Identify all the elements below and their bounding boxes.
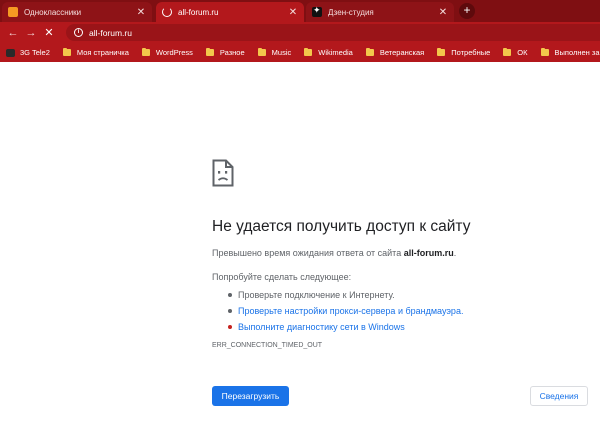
odnoklassniki-icon: [8, 7, 18, 17]
proxy-firewall-link[interactable]: Проверьте настройки прокси-сервера и бра…: [238, 306, 463, 316]
folder-icon: [141, 47, 150, 56]
back-button[interactable]: ←: [4, 27, 22, 39]
bookmark-folder[interactable]: Wikimedia: [304, 47, 353, 57]
description-end: .: [453, 248, 457, 258]
stop-loading-button[interactable]: ✕: [40, 26, 58, 39]
url-text: all-forum.ru: [89, 27, 132, 38]
error-code: ERR_CONNECTION_TIMED_OUT: [212, 342, 323, 349]
bookmark-folder[interactable]: Разное: [205, 47, 245, 57]
sad-page-icon: [212, 159, 234, 187]
folder-icon: [257, 47, 266, 56]
bullet-icon: [228, 309, 232, 313]
error-title: Не удается получить доступ к сайту: [212, 218, 471, 235]
bookmark-folder[interactable]: Ветеранская: [365, 47, 425, 57]
suggestion-network-diagnostics: Выполните диагностику сети в Windows: [228, 319, 463, 335]
toolbar: ← → ✕ i all-forum.ru: [0, 22, 600, 43]
bullet-icon: [228, 325, 232, 329]
description-text: Превышено время ожидания ответа от сайта: [212, 248, 404, 258]
tele2-icon: [6, 48, 15, 57]
folder-icon: [540, 47, 549, 56]
close-icon[interactable]: ✕: [288, 7, 298, 18]
tab-dzen-studio[interactable]: Дзен-студия ✕: [306, 2, 454, 22]
bookmarks-bar: 3G Tele2 Моя страничка WordPress Разное …: [0, 43, 600, 62]
close-icon[interactable]: ✕: [438, 7, 448, 18]
try-heading: Попробуйте сделать следующее:: [212, 272, 352, 282]
bullet-icon: [228, 293, 232, 297]
info-icon[interactable]: i: [74, 28, 83, 37]
folder-icon: [437, 47, 446, 56]
bookmark-folder[interactable]: Потребные: [437, 47, 491, 57]
folder-icon: [62, 47, 71, 56]
bookmark-label: Разное: [219, 48, 245, 57]
bookmark-label: ОК: [517, 48, 528, 57]
forward-button[interactable]: →: [22, 27, 40, 39]
bookmark-label: Wikimedia: [318, 48, 353, 57]
network-diagnostics-link[interactable]: Выполните диагностику сети в Windows: [238, 322, 405, 332]
bookmark-label: Выполнен заказ: [554, 48, 600, 57]
bookmark-label: WordPress: [155, 48, 193, 57]
tab-title: all-forum.ru: [178, 7, 219, 17]
bookmark-folder[interactable]: ОК: [503, 47, 528, 57]
bookmark-label: Потребные: [451, 48, 491, 57]
folder-icon: [365, 47, 374, 56]
tab-title: Одноклассники: [24, 7, 82, 17]
address-bar[interactable]: i all-forum.ru: [66, 24, 600, 41]
dzen-icon: [312, 5, 322, 17]
site-name: all-forum.ru: [403, 248, 454, 258]
details-button[interactable]: Сведения: [530, 386, 588, 406]
new-tab-button[interactable]: +: [459, 3, 475, 19]
folder-icon: [304, 47, 313, 56]
bookmark-folder[interactable]: Выполнен заказ: [540, 47, 600, 57]
bookmark-label: Ветеранская: [379, 48, 425, 57]
suggestions-list: Проверьте подключение к Интернету. Прове…: [228, 287, 463, 335]
bookmark-label: Моя страничка: [76, 48, 129, 57]
tab-title: Дзен-студия: [328, 7, 374, 17]
bookmark-label: Music: [271, 48, 292, 57]
suggestion-text: Проверьте подключение к Интернету.: [238, 290, 395, 300]
reload-button[interactable]: Перезагрузить: [212, 386, 289, 406]
bookmark-label: 3G Tele2: [20, 48, 50, 57]
loading-spinner-icon: [162, 7, 172, 17]
bookmark-3g-tele2[interactable]: 3G Tele2: [6, 48, 50, 57]
folder-icon: [503, 47, 512, 56]
close-icon[interactable]: ✕: [136, 7, 146, 18]
suggestion-check-connection: Проверьте подключение к Интернету.: [228, 287, 463, 303]
suggestion-proxy-firewall: Проверьте настройки прокси-сервера и бра…: [228, 303, 463, 319]
error-description: Превышено время ожидания ответа от сайта…: [212, 248, 456, 258]
tab-odnoklassniki[interactable]: Одноклассники ✕: [2, 2, 152, 22]
tab-all-forum[interactable]: all-forum.ru ✕: [156, 2, 304, 22]
bookmark-folder[interactable]: Моя страничка: [62, 47, 129, 57]
tab-strip: Одноклассники ✕ all-forum.ru ✕ Дзен-студ…: [0, 0, 600, 22]
bookmark-folder[interactable]: Music: [257, 47, 292, 57]
folder-icon: [205, 47, 214, 56]
bookmark-folder[interactable]: WordPress: [141, 47, 193, 57]
